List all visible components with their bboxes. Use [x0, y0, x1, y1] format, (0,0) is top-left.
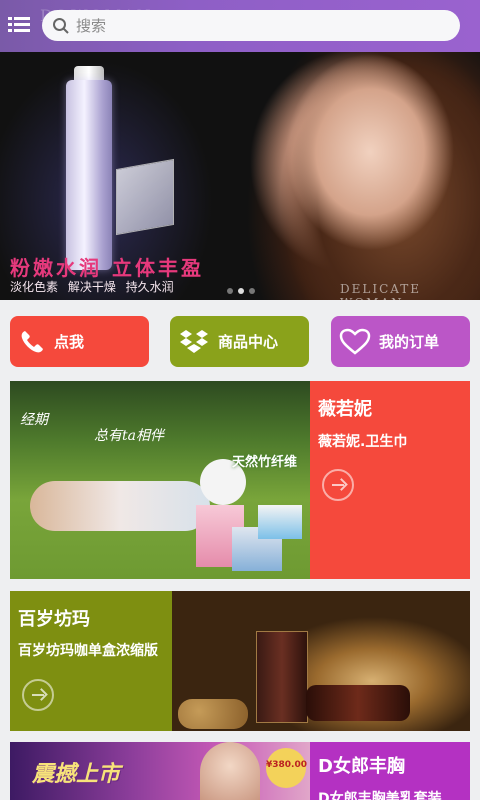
- promo-image-dwoman: 震撼上市 ¥380.00: [10, 742, 310, 800]
- image-text-line3: 天然竹纤维: [232, 455, 298, 470]
- my-orders-label: 我的订单: [379, 333, 440, 351]
- arrow-right-icon[interactable]: [322, 469, 354, 501]
- call-button-label: 点我: [54, 333, 85, 351]
- search-input[interactable]: [76, 16, 436, 35]
- product-jar: [306, 685, 410, 721]
- promo-card-veronica[interactable]: 经期 总有ta相伴 天然竹纤维 薇若妮 薇若妮.卫生巾: [10, 381, 470, 579]
- promo-title: 薇若妮: [318, 399, 372, 420]
- heart-icon: [339, 328, 371, 355]
- price-tag: ¥380.00: [266, 748, 307, 788]
- carousel-dot[interactable]: [249, 288, 255, 294]
- search-icon: [53, 17, 69, 34]
- lady-figure: [30, 481, 210, 531]
- promo-subtitle: D女郎丰胸美乳套装: [318, 791, 442, 800]
- promo-card-dwoman[interactable]: 震撼上市 ¥380.00 D女郎丰胸 D女郎丰胸美乳套装: [10, 742, 470, 800]
- maca-root-image: [178, 699, 248, 729]
- carousel-dot[interactable]: [227, 288, 233, 294]
- my-orders-button[interactable]: 我的订单: [331, 316, 470, 367]
- dropbox-icon: [180, 329, 208, 353]
- promo-panel-dwoman: D女郎丰胸 D女郎丰胸美乳套装: [310, 742, 470, 800]
- promo-subtitle: 薇若妮.卫生巾: [318, 434, 408, 450]
- arrow-right-icon[interactable]: [22, 679, 54, 711]
- promo-title: 百岁坊玛: [18, 609, 90, 630]
- top-bar: D&WOMAN: [0, 0, 480, 52]
- promo-image-veronica: 经期 总有ta相伴 天然竹纤维: [10, 381, 310, 579]
- image-text-line1: 经期: [20, 412, 48, 428]
- bottle-image: [66, 80, 112, 270]
- promo-panel-veronica: 薇若妮 薇若妮.卫生巾: [310, 381, 470, 579]
- image-text-line2: 总有ta相伴: [94, 428, 164, 444]
- carousel-indicator[interactable]: [227, 288, 255, 294]
- product-box: [258, 505, 302, 539]
- search-bar[interactable]: [42, 10, 460, 41]
- product-center-button[interactable]: 商品中心: [170, 316, 309, 367]
- promo-title: D女郎丰胸: [318, 756, 405, 777]
- call-button[interactable]: 点我: [10, 316, 149, 367]
- banner-slogan: 粉嫩水润 立体丰盈: [10, 256, 204, 280]
- cap-box-image: [116, 158, 174, 236]
- menu-icon[interactable]: [8, 14, 30, 36]
- promo-image-maca: [172, 591, 470, 731]
- image-headline: 震撼上市: [32, 762, 121, 787]
- product-center-label: 商品中心: [218, 333, 279, 351]
- banner-model-image: [250, 52, 480, 300]
- banner-brand-text: DELICATE WOMAN: [340, 282, 422, 300]
- promo-panel-maca: 百岁坊玛 百岁坊玛咖单盒浓缩版: [10, 591, 172, 731]
- product-box: [256, 631, 308, 723]
- promo-banner[interactable]: 粉嫩水润 立体丰盈 淡化色素 解决干燥 持久水润 DELICATE WOMAN: [0, 52, 480, 300]
- banner-tags: 淡化色素 解决干燥 持久水润: [10, 280, 174, 294]
- carousel-dot-active[interactable]: [238, 288, 244, 294]
- model-figure: [200, 742, 260, 800]
- phone-icon: [21, 330, 43, 352]
- promo-subtitle: 百岁坊玛咖单盒浓缩版: [18, 643, 158, 659]
- promo-card-maca[interactable]: 百岁坊玛 百岁坊玛咖单盒浓缩版: [10, 591, 470, 731]
